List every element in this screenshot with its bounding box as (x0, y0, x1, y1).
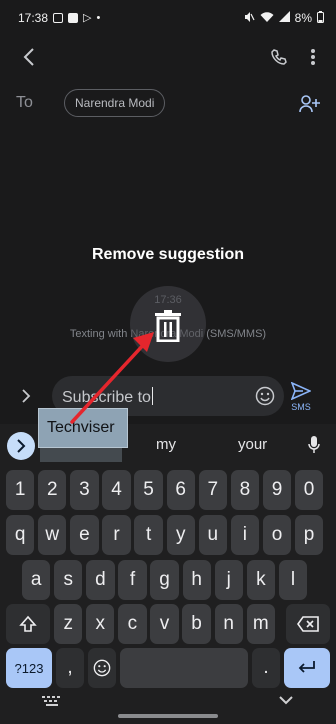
key-s[interactable]: s (54, 560, 83, 600)
add-person-icon (299, 95, 320, 113)
battery-icon (317, 10, 324, 26)
chevron-right-icon (22, 389, 31, 403)
navigation-bar (0, 684, 336, 724)
comma-key[interactable]: , (56, 648, 84, 688)
key-7[interactable]: 7 (198, 470, 227, 510)
recipient-chip[interactable]: Narendra Modi (64, 89, 166, 117)
signal-icon (278, 11, 290, 25)
key-e[interactable]: e (70, 515, 99, 555)
enter-key[interactable] (284, 648, 330, 688)
status-bar: 17:38 ▷ • 8% (0, 0, 336, 36)
emoji-icon (93, 659, 111, 677)
dragged-suggestion-shadow (40, 448, 122, 462)
hide-keyboard-icon[interactable] (278, 692, 294, 708)
key-q[interactable]: q (6, 515, 35, 555)
key-k[interactable]: k (246, 560, 276, 600)
key-x[interactable]: x (86, 604, 115, 644)
key-g[interactable]: g (150, 560, 179, 600)
send-sms-button[interactable]: SMS (286, 380, 316, 416)
key-f[interactable]: f (118, 560, 147, 600)
to-label: To (16, 94, 33, 111)
key-z[interactable]: z (54, 604, 83, 644)
home-indicator[interactable] (118, 714, 218, 718)
play-store-icon: ▷ (83, 11, 92, 24)
status-right: 8% (243, 10, 324, 26)
key-l[interactable]: l (278, 560, 308, 600)
key-v[interactable]: v (150, 604, 179, 644)
key-0[interactable]: 0 (294, 470, 324, 510)
trash-icon (155, 310, 181, 342)
recipient-row: To Narendra Modi (0, 84, 336, 124)
suggestion-strip: my your Techviser (0, 408, 336, 466)
check-notification-icon (68, 13, 79, 23)
key-m[interactable]: m (246, 604, 275, 644)
key-r[interactable]: r (102, 515, 131, 555)
key-p[interactable]: p (294, 515, 324, 555)
key-d[interactable]: d (86, 560, 115, 600)
text-caret (151, 387, 153, 405)
period-key[interactable]: . (252, 648, 280, 688)
back-arrow-icon (23, 48, 34, 66)
key-5[interactable]: 5 (134, 470, 163, 510)
backspace-key[interactable] (286, 604, 330, 644)
message-input-text: Subscribe to (62, 387, 153, 406)
battery-percent: 8% (294, 11, 312, 25)
add-recipient-button[interactable] (296, 90, 324, 118)
dragged-suggestion-text: Techviser (47, 419, 115, 436)
keyboard: my your Techviser 1234567890 qwertyuiop as… (0, 408, 336, 724)
keyboard-toolbar-button[interactable] (7, 432, 35, 460)
notification-dot-icon: • (96, 11, 101, 24)
suggestion-your[interactable]: your (238, 436, 267, 453)
more-options-button[interactable] (302, 42, 324, 72)
backspace-icon (297, 616, 319, 632)
key-w[interactable]: w (38, 515, 67, 555)
key-a[interactable]: a (22, 560, 51, 600)
send-sms-label: SMS (291, 402, 311, 412)
voice-input-button[interactable] (304, 434, 324, 456)
emoji-icon (255, 386, 275, 406)
key-y[interactable]: y (166, 515, 195, 555)
symbols-key[interactable]: ?123 (6, 648, 52, 688)
key-b[interactable]: b (182, 604, 211, 644)
key-i[interactable]: i (230, 515, 260, 555)
status-left: 17:38 ▷ • (18, 11, 100, 25)
chevron-right-icon (17, 439, 26, 453)
space-key[interactable] (120, 648, 248, 688)
suggestion-my[interactable]: my (156, 436, 176, 453)
gallery-notification-icon (53, 13, 64, 23)
key-4[interactable]: 4 (102, 470, 131, 510)
key-o[interactable]: o (262, 515, 292, 555)
key-t[interactable]: t (134, 515, 163, 555)
wifi-icon (260, 11, 274, 26)
shift-key[interactable] (6, 604, 50, 644)
key-u[interactable]: u (198, 515, 227, 555)
key-n[interactable]: n (214, 604, 243, 644)
remove-suggestion-title: Remove suggestion (91, 246, 245, 263)
mute-icon (243, 11, 255, 26)
phone-icon (271, 49, 287, 65)
key-6[interactable]: 6 (166, 470, 195, 510)
call-button[interactable] (264, 42, 294, 72)
shift-icon (19, 615, 37, 632)
back-button[interactable] (14, 42, 44, 72)
key-8[interactable]: 8 (230, 470, 260, 510)
expand-attachments-button[interactable] (14, 384, 38, 408)
emoji-button[interactable] (254, 385, 276, 407)
app-bar (0, 38, 336, 78)
key-2[interactable]: 2 (38, 470, 67, 510)
key-j[interactable]: j (214, 560, 243, 600)
key-3[interactable]: 3 (70, 470, 99, 510)
more-vert-icon (311, 49, 315, 65)
emoji-key[interactable] (88, 648, 116, 688)
key-1[interactable]: 1 (6, 470, 35, 510)
status-time: 17:38 (18, 11, 49, 25)
keyboard-switch-icon[interactable] (42, 696, 62, 708)
key-h[interactable]: h (182, 560, 211, 600)
dragged-suggestion[interactable]: Techviser (38, 408, 128, 448)
key-9[interactable]: 9 (262, 470, 292, 510)
send-icon (291, 382, 311, 400)
key-c[interactable]: c (118, 604, 147, 644)
enter-icon (298, 661, 315, 673)
microphone-icon (308, 436, 320, 453)
